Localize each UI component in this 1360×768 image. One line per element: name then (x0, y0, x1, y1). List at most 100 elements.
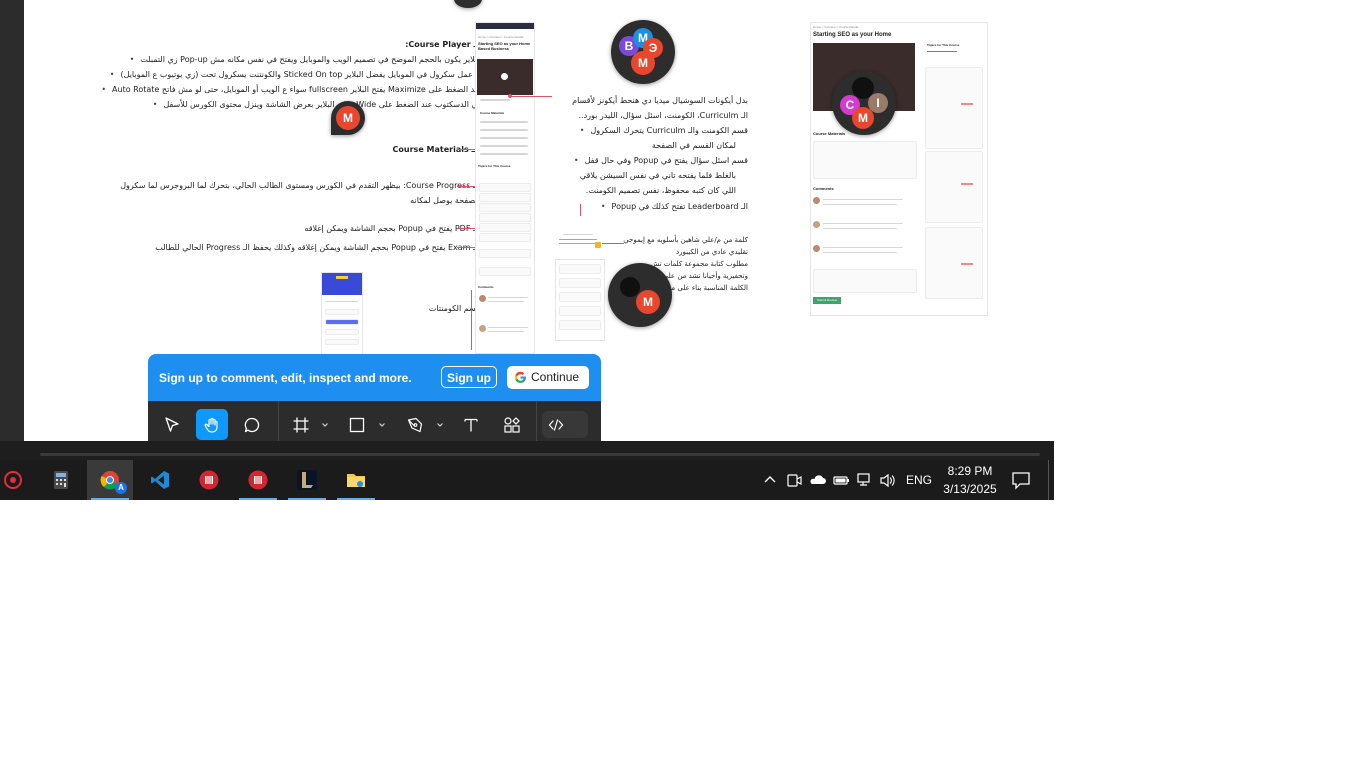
mockup-row (479, 213, 531, 222)
collaborator-avatar-group-partial (454, 0, 482, 8)
hand-tool[interactable] (196, 409, 228, 440)
icons-bullet: قسم الكومنت والـ Curriculm يتحرك السكرول (580, 123, 748, 138)
frame-tool[interactable] (285, 409, 317, 440)
gear-shield-icon (4, 471, 22, 489)
icons-bullet: قسم اسئل سؤال يفتح في Popup وفي حال قفل (574, 153, 748, 168)
pen-tool[interactable] (399, 409, 431, 440)
commenter-avatar (479, 295, 486, 302)
course-player-bullet: عند الضغط على Maximize يفتح البلاير full… (101, 82, 482, 97)
taskbar-vscode[interactable] (137, 460, 183, 500)
collaborator-avatar: M (631, 51, 655, 75)
code-brackets-icon (548, 419, 564, 431)
hand-icon (204, 417, 218, 433)
collaborator-avatar-black (620, 277, 640, 297)
taskbar-calculator[interactable] (38, 460, 84, 500)
action-center-icon[interactable] (1011, 470, 1031, 490)
text-tool[interactable] (455, 409, 487, 440)
mockup-progress (927, 51, 957, 52)
mockup-line (488, 297, 528, 298)
show-desktop-button[interactable] (1048, 460, 1049, 500)
calculator-icon (54, 471, 68, 489)
mockup-breadcrumb: Home > Courses > Course Details (813, 25, 859, 29)
topics-week-card (925, 151, 983, 223)
horizontal-scrollbar[interactable] (40, 453, 1040, 456)
exam-popup-badge (336, 276, 348, 279)
collaborator-avatar-group[interactable]: C I M (832, 71, 896, 135)
taskbar-file-explorer[interactable] (333, 460, 379, 500)
sign-up-button[interactable]: Sign up (441, 366, 497, 388)
mockup-nav-bar (476, 23, 534, 29)
mockup-line (823, 228, 897, 229)
chevron-down-icon[interactable] (378, 421, 386, 429)
dev-mode-toggle[interactable] (542, 411, 588, 438)
running-indicator (337, 498, 375, 500)
icons-bullet: الـ Leaderboard تفتح كذلك في Popup (601, 199, 748, 214)
connector-line (457, 228, 477, 229)
onedrive-cloud-icon[interactable] (808, 470, 826, 490)
leaderboard-mockup[interactable] (555, 259, 605, 341)
mockup-materials-label: Course Materials (813, 131, 846, 136)
move-tool[interactable] (156, 409, 188, 440)
signup-banner-text: Sign up to comment, edit, inspect and mo… (159, 371, 412, 385)
network-icon[interactable] (856, 470, 874, 490)
course-player-bullet: لو عمل سكرول في الموبايل يفضل البلاير St… (110, 67, 482, 82)
mockup-line (480, 153, 528, 155)
continue-label: Continue (531, 370, 580, 384)
connector-line (580, 204, 581, 216)
mockup-line (480, 121, 528, 123)
exam-popup-mockup[interactable] (321, 272, 363, 356)
input-language[interactable]: ENG (906, 473, 932, 487)
mockup-line (823, 247, 903, 248)
clock-time[interactable]: 8:29 PM (944, 464, 996, 478)
taskbar-chrome[interactable]: A (87, 460, 133, 500)
mockup-topics-label: Topics for This Course (478, 164, 511, 168)
mockup-line (488, 331, 524, 332)
commenter-avatar (813, 221, 820, 228)
collaborator-avatar: M (636, 290, 660, 314)
icons-bullet-cont: لمكان القسم في الصفحة (651, 141, 736, 150)
mockup-comments-label: Comments (813, 186, 834, 191)
resources-grid-icon (504, 417, 520, 433)
play-icon (501, 73, 508, 80)
collaborator-avatar-group[interactable]: B M Э M (611, 20, 675, 84)
badge-note: كلمة من م/علي شاهين بأسلوبه مع إيموجي (623, 236, 748, 244)
badge-note-cont: مطلوب كتابة مجموعة كلمات تش... (643, 260, 748, 268)
taskbar-security-app[interactable] (0, 460, 36, 500)
meet-now-icon[interactable] (785, 470, 803, 490)
mockup-line (823, 199, 903, 200)
riot-fist-icon (199, 470, 219, 490)
mockup-row (559, 278, 601, 288)
mockup-row (479, 249, 531, 258)
course-player-heading: الـ Course Player: (405, 40, 482, 49)
mockup-submit-button: Submit Review (813, 297, 841, 304)
shape-tool[interactable] (341, 409, 373, 440)
collaborator-avatar-group[interactable]: M (608, 263, 672, 327)
desktop-course-mockup[interactable]: Home > Courses > Course Details Starting… (810, 22, 988, 316)
mobile-course-mockup[interactable]: Home > Courses > Course Details Starting… (475, 22, 535, 354)
mockup-line (488, 301, 524, 302)
clock-date[interactable]: 3/13/2025 (940, 482, 1000, 496)
comment-tool[interactable] (236, 409, 268, 440)
collaborator-cursor[interactable]: M (331, 101, 365, 135)
taskbar-red-app-2[interactable] (235, 460, 281, 500)
connector-dot (508, 94, 512, 98)
mockup-comments-label: Comments (478, 285, 494, 289)
mockup-row (559, 306, 601, 316)
continue-with-google-button[interactable]: Continue (507, 366, 589, 389)
comment-bubble-icon (244, 417, 260, 433)
mockup-line (563, 234, 593, 235)
chevron-up-icon[interactable] (761, 470, 779, 490)
chevron-down-icon[interactable] (321, 421, 329, 429)
mockup-row (479, 203, 531, 212)
volume-icon[interactable] (879, 470, 897, 490)
pdf-note: الـ PDF يفتح في Popup بحجم الشاشة ويمكن … (304, 224, 480, 233)
taskbar-league[interactable] (284, 460, 330, 500)
chevron-down-icon[interactable] (436, 421, 444, 429)
badge-card-mockup (555, 230, 603, 254)
taskbar-red-app-1[interactable] (186, 460, 232, 500)
resources-tool[interactable] (496, 409, 528, 440)
battery-icon[interactable] (832, 470, 850, 490)
mockup-row (325, 339, 359, 345)
mockup-breadcrumb: Home > Courses > Course Details (478, 35, 524, 39)
mockup-line (559, 239, 597, 240)
